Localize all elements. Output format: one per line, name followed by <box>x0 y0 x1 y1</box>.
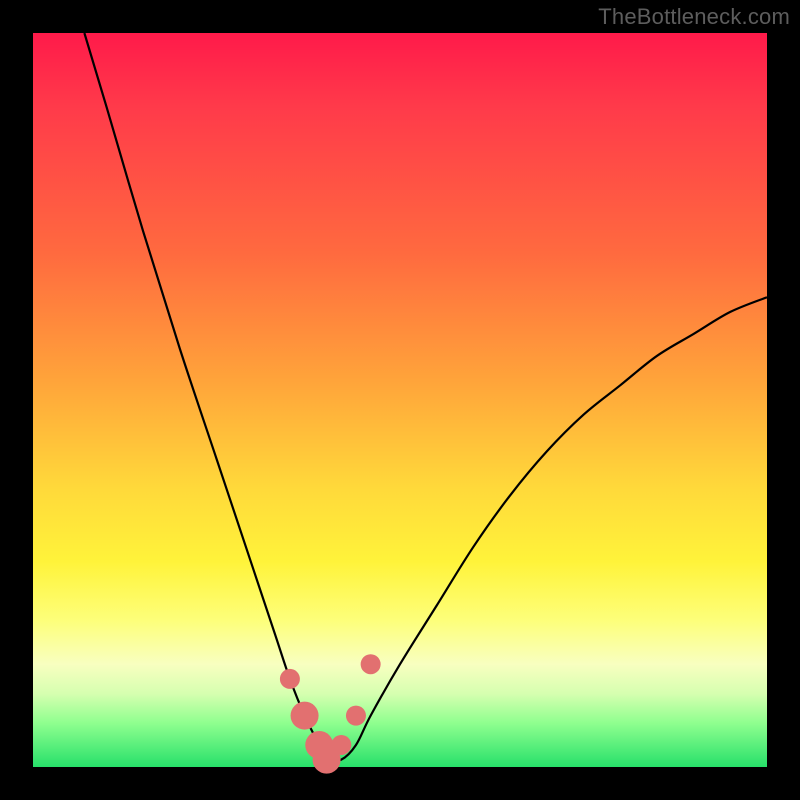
bottleneck-chart-svg <box>33 33 767 767</box>
highlight-marker <box>280 669 300 689</box>
highlight-marker <box>331 735 351 755</box>
watermark-text: TheBottleneck.com <box>598 4 790 30</box>
highlight-marker <box>361 654 381 674</box>
chart-frame: TheBottleneck.com <box>0 0 800 800</box>
highlight-marker <box>346 706 366 726</box>
highlight-marker <box>291 702 319 730</box>
plot-area <box>33 33 767 767</box>
highlighted-markers-group <box>280 654 381 773</box>
bottleneck-curve-line <box>84 33 767 761</box>
